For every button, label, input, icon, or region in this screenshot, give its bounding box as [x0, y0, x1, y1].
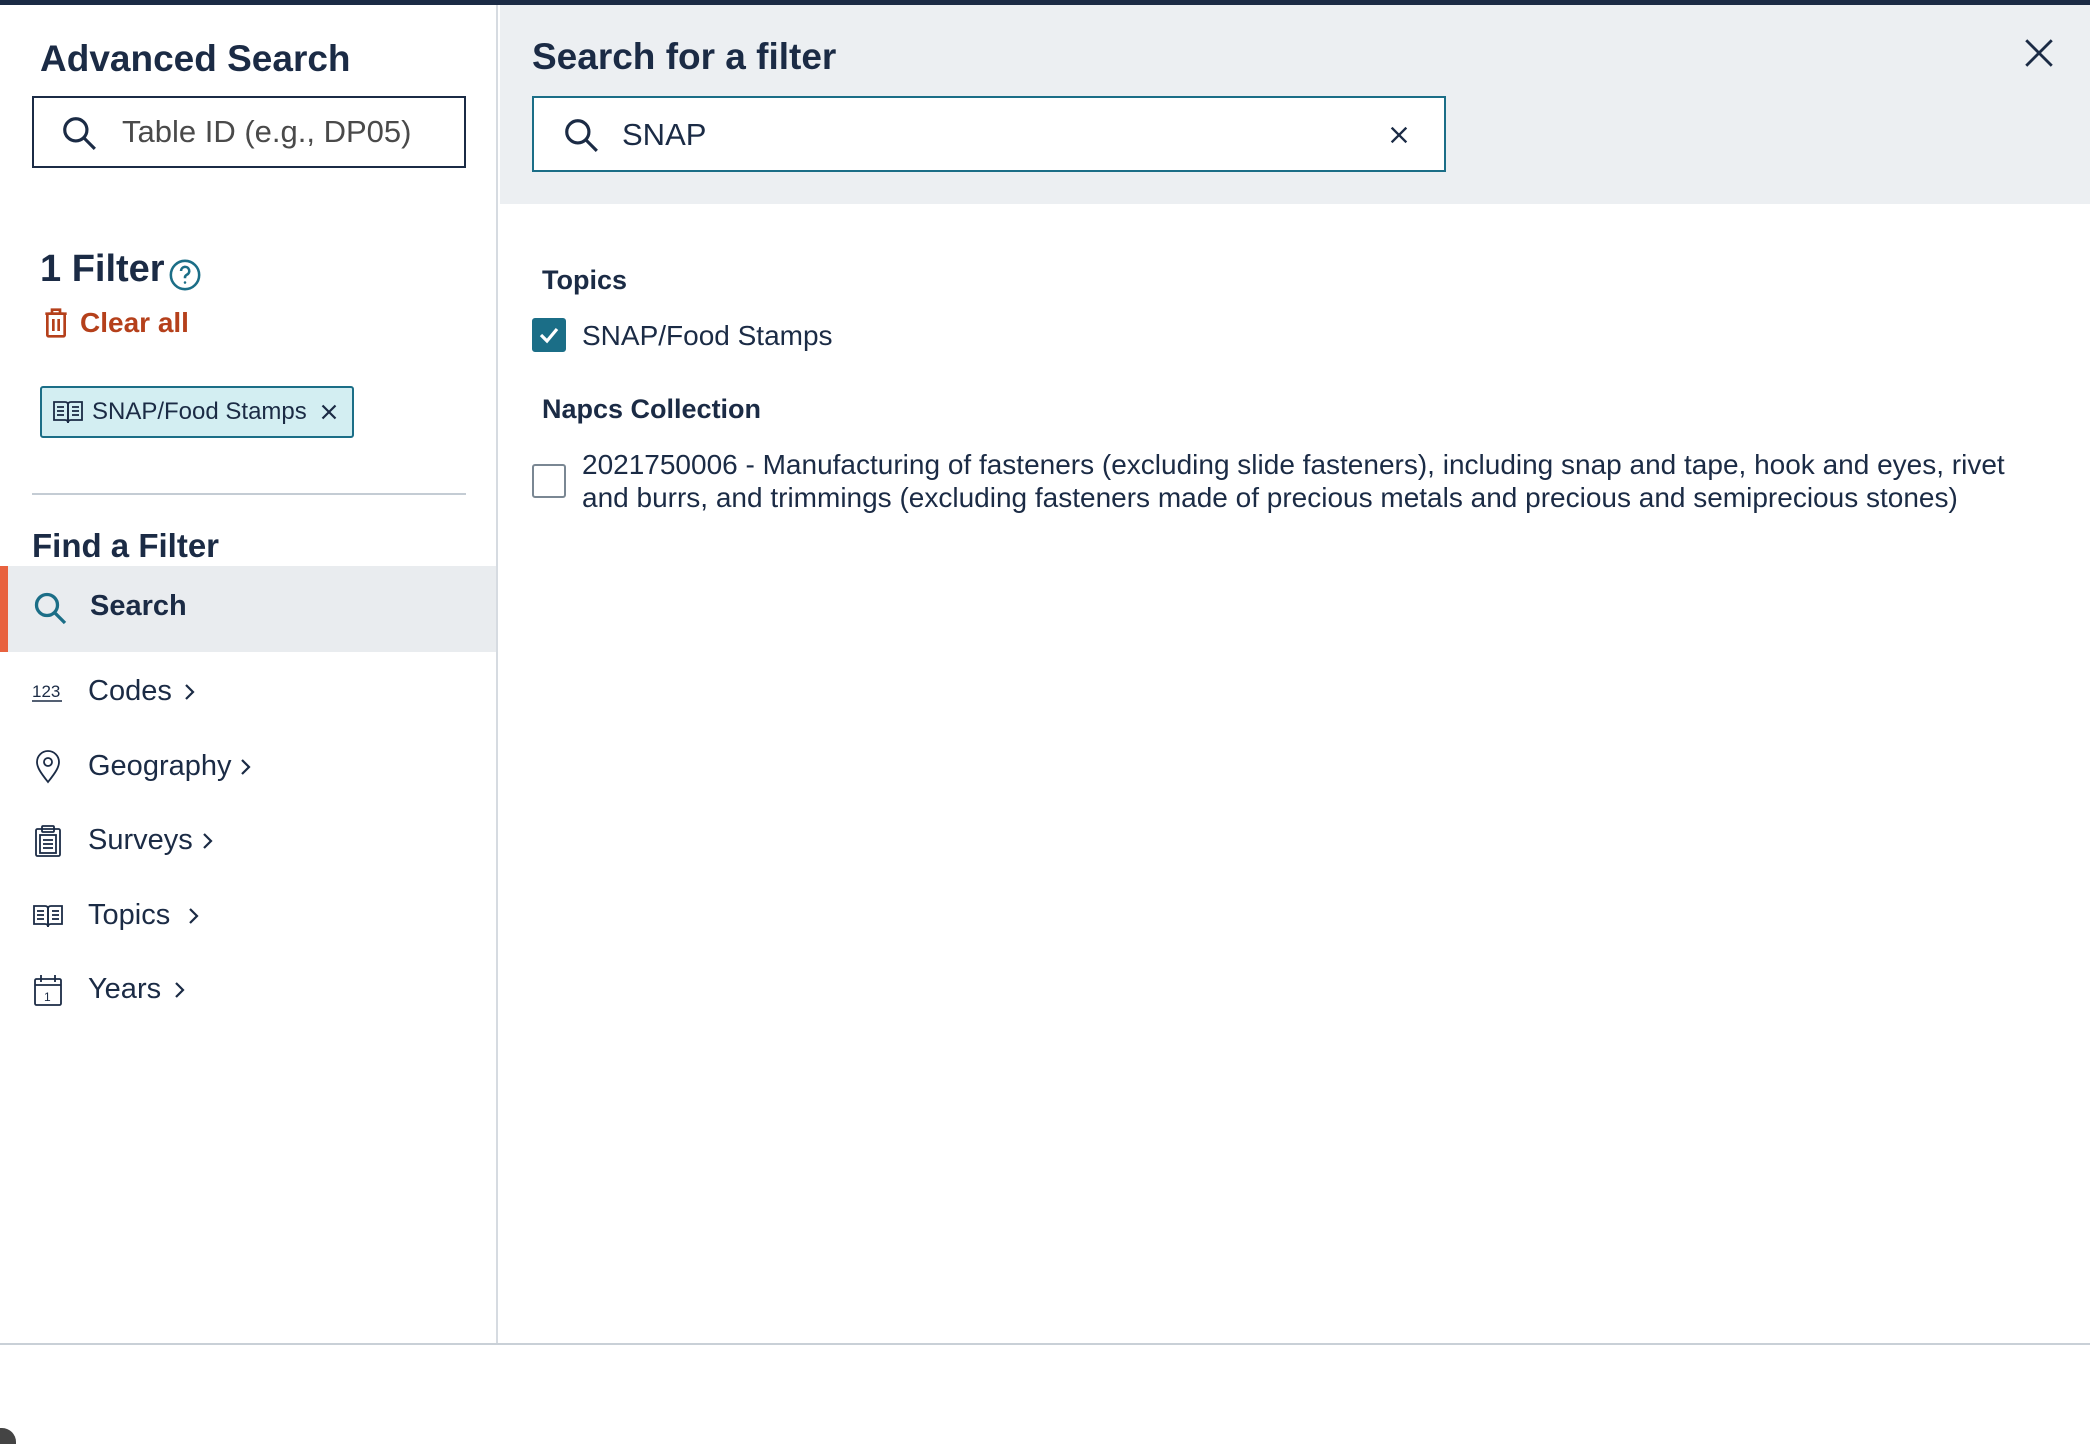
clipboard-icon: [35, 825, 61, 857]
page-title: Search for a filter: [532, 36, 837, 77]
sidebar-title: Advanced Search: [40, 38, 351, 79]
sidebar-item-topics[interactable]: Topics: [0, 885, 496, 947]
close-icon[interactable]: [2022, 36, 2056, 70]
sidebar-item-label: Surveys: [88, 824, 193, 856]
table-id-input[interactable]: [122, 110, 442, 154]
checkbox-snap-food-stamps[interactable]: [532, 318, 566, 352]
sidebar-item-years[interactable]: 1 Years: [0, 959, 496, 1021]
section-heading-topics: Topics: [542, 265, 628, 295]
chevron-right-icon: [241, 759, 251, 775]
option-label-line2[interactable]: and burrs, and trimmings (excluding fast…: [582, 481, 1958, 514]
search-icon: [63, 117, 96, 150]
svg-text:123: 123: [32, 682, 60, 701]
checkbox-napcs-2021750006[interactable]: [532, 464, 566, 498]
chevron-right-icon: [203, 833, 213, 849]
calendar-icon: 1: [34, 975, 62, 1006]
advanced-search-sidebar: Advanced Search 1 Filter Clear all SNAP/…: [0, 5, 498, 1345]
option-label[interactable]: SNAP/Food Stamps: [582, 319, 833, 352]
sidebar-item-label: Topics: [88, 899, 171, 931]
option-label-line1[interactable]: 2021750006 - Manufacturing of fasteners …: [582, 448, 2005, 481]
sidebar-item-surveys[interactable]: Surveys: [0, 810, 496, 872]
trash-icon: [45, 308, 67, 338]
sidebar-item-codes[interactable]: 123 Codes: [0, 661, 496, 723]
filter-count: 1 Filter: [40, 248, 165, 290]
find-filter-title: Find a Filter: [32, 527, 220, 564]
sidebar-item-search[interactable]: Search: [0, 566, 496, 652]
chevron-right-icon: [175, 982, 185, 998]
clear-search-icon[interactable]: [1388, 124, 1410, 146]
sidebar-item-label: Search: [90, 590, 187, 622]
svg-text:1: 1: [44, 990, 51, 1004]
book-icon: [33, 905, 63, 928]
window-corner: [0, 1428, 16, 1444]
chip-remove-icon[interactable]: [316, 399, 342, 425]
chevron-right-icon: [189, 908, 199, 924]
filter-search-box[interactable]: [532, 96, 1446, 172]
chevron-right-icon: [185, 684, 195, 700]
search-icon: [34, 592, 67, 625]
sidebar-item-label: Years: [88, 973, 162, 1005]
chip-label: SNAP/Food Stamps: [92, 398, 307, 425]
table-id-search-box[interactable]: [32, 96, 466, 168]
sidebar-item-geography[interactable]: Geography: [0, 736, 496, 798]
section-heading-napcs: Napcs Collection: [542, 394, 762, 424]
codes-123-icon: 123: [32, 682, 62, 702]
active-filter-chip: SNAP/Food Stamps: [40, 386, 354, 438]
sidebar-item-label: Geography: [88, 750, 232, 782]
filter-search-input[interactable]: [622, 112, 1322, 158]
help-icon[interactable]: [168, 258, 202, 292]
sidebar-item-label: Codes: [88, 675, 172, 707]
search-icon: [565, 119, 598, 152]
sidebar-divider: [32, 493, 466, 495]
footer-divider: [0, 1343, 2090, 1345]
book-icon: [53, 401, 83, 424]
clear-all-button[interactable]: Clear all: [42, 307, 189, 339]
map-pin-icon: [36, 750, 60, 784]
checkmark-icon: [539, 327, 559, 344]
clear-all-label: Clear all: [80, 307, 189, 338]
